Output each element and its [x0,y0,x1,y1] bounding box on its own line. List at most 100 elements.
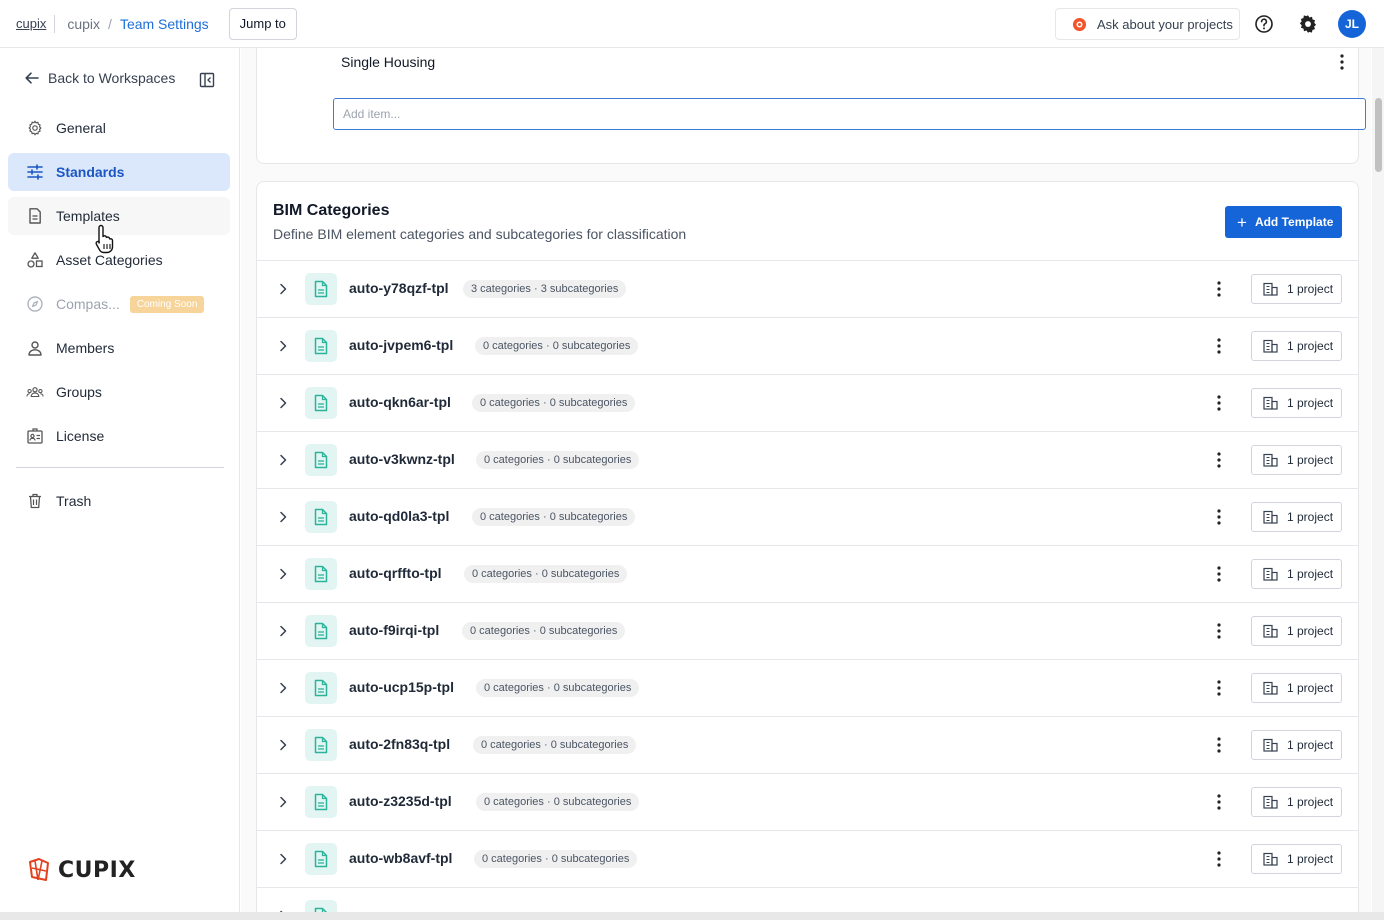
jump-to-button[interactable]: Jump to [228,7,297,40]
template-row[interactable]: auto-f9irqi-tpl 0 categories · 0 subcateg… [257,603,1358,660]
chevron-right-icon[interactable] [277,282,289,296]
ask-ai-button[interactable]: Ask about your projects [1055,8,1240,40]
template-name[interactable]: auto-wb8avf-tpl [349,850,452,866]
more-options-icon[interactable] [1217,394,1221,412]
template-row[interactable]: auto-y78qzf-tpl 3 categories · 3 subcateg… [257,261,1358,318]
more-options-icon[interactable] [1217,793,1221,811]
sidebar-item-trash[interactable]: Trash [8,482,230,520]
projects-button[interactable]: 1 project [1251,844,1342,874]
settings-gear-icon[interactable] [1297,13,1319,35]
chevron-right-icon[interactable] [277,510,289,524]
chevron-right-icon[interactable] [277,681,289,695]
template-row[interactable]: auto-v3kwnz-tpl 0 categories · 0 subcateg… [257,432,1358,489]
breadcrumb-separator: / [108,15,112,32]
template-row[interactable]: auto-qd0la3-tpl 0 categories · 0 subcateg… [257,489,1358,546]
more-options-icon[interactable] [1339,53,1345,71]
more-options-icon[interactable] [1217,850,1221,868]
template-icon [305,843,337,875]
person-icon [26,339,44,357]
template-row[interactable]: auto-jvpem6-tpl 0 categories · 0 subcateg… [257,318,1358,375]
more-options-icon[interactable] [1217,679,1221,697]
projects-count: 1 project [1287,624,1334,638]
more-options-icon[interactable] [1217,565,1221,583]
projects-button[interactable]: 1 project [1251,274,1342,304]
template-row[interactable] [257,888,1358,912]
document-icon [314,736,328,754]
projects-button[interactable]: 1 project [1251,388,1342,418]
template-name[interactable]: auto-2fn83q-tpl [349,736,450,752]
chevron-right-icon[interactable] [277,624,289,638]
more-options-icon[interactable] [1217,508,1221,526]
coming-soon-badge: Coming Soon [129,295,205,313]
projects-button[interactable]: 1 project [1251,559,1342,589]
more-options-icon[interactable] [1217,451,1221,469]
sidebar-item-templates[interactable]: Templates [8,197,230,235]
sidebar-item-standards[interactable]: Standards [8,153,230,191]
projects-button[interactable]: 1 project [1251,502,1342,532]
document-icon [314,565,328,583]
more-options-icon[interactable] [1217,337,1221,355]
brand-link[interactable]: cupix [16,16,46,31]
projects-count: 1 project [1287,396,1334,410]
template-name[interactable]: auto-qd0la3-tpl [349,508,449,524]
projects-button[interactable]: 1 project [1251,445,1342,475]
template-name[interactable]: auto-jvpem6-tpl [349,337,453,353]
template-name[interactable]: auto-f9irqi-tpl [349,622,439,638]
section-title: BIM Categories [273,202,390,219]
add-template-button[interactable]: + Add Template [1225,206,1342,238]
projects-count: 1 project [1287,282,1334,296]
sidebar-item-asset-categories[interactable]: Asset Categories [8,241,230,279]
chevron-right-icon[interactable] [277,738,289,752]
template-count-badge: 3 categories · 3 subcategories [463,280,627,298]
more-options-icon[interactable] [1217,736,1221,754]
user-avatar[interactable]: JL [1338,10,1366,38]
scrollbar-thumb[interactable] [1375,98,1382,172]
projects-button[interactable]: 1 project [1251,673,1342,703]
chevron-right-icon[interactable] [277,453,289,467]
sidebar-item-general[interactable]: General [8,109,230,147]
template-row[interactable]: auto-qkn6ar-tpl 0 categories · 0 subcateg… [257,375,1358,432]
template-name[interactable]: auto-y78qzf-tpl [349,280,449,296]
sidebar-item-label: Standards [56,164,125,180]
template-row[interactable]: auto-qrffto-tpl 0 categories · 0 subcateg… [257,546,1358,603]
chevron-right-icon[interactable] [277,795,289,809]
template-icon [305,900,337,912]
horizontal-scrollbar[interactable] [0,912,1384,920]
template-row[interactable]: auto-ucp15p-tpl 0 categories · 0 subcateg… [257,660,1358,717]
vertical-scrollbar[interactable] [1372,48,1384,912]
sidebar-item-license[interactable]: License [8,417,230,455]
breadcrumb-current-page: Team Settings [119,15,209,32]
more-options-icon[interactable] [1217,280,1221,298]
more-options-icon[interactable] [1217,622,1221,640]
template-count-badge: 0 categories · 0 subcategories [476,793,640,811]
chevron-right-icon[interactable] [277,339,289,353]
back-to-workspaces-link[interactable]: Back to Workspaces [24,70,175,86]
projects-button[interactable]: 1 project [1251,787,1342,817]
collapse-sidebar-icon[interactable] [199,72,215,88]
chevron-right-icon[interactable] [277,852,289,866]
ai-spark-icon [1072,17,1087,32]
projects-button[interactable]: 1 project [1251,616,1342,646]
list-item-label: Single Housing [341,54,436,70]
template-count-badge: 0 categories · 0 subcategories [472,394,636,412]
template-name[interactable]: auto-v3kwnz-tpl [349,451,455,467]
projects-button[interactable]: 1 project [1251,730,1342,760]
chevron-right-icon[interactable] [277,567,289,581]
template-row[interactable]: auto-wb8avf-tpl 0 categories · 0 subcateg… [257,831,1358,888]
help-icon[interactable] [1254,14,1274,34]
template-name[interactable]: auto-ucp15p-tpl [349,679,454,695]
sidebar-item-members[interactable]: Members [8,329,230,367]
template-row[interactable]: auto-z3235d-tpl 0 categories · 0 subcateg… [257,774,1358,831]
projects-button[interactable]: 1 project [1251,331,1342,361]
chevron-right-icon[interactable] [277,396,289,410]
template-name[interactable]: auto-qkn6ar-tpl [349,394,451,410]
add-item-input[interactable] [333,98,1366,130]
template-name[interactable]: auto-z3235d-tpl [349,793,452,809]
sidebar-item-groups[interactable]: Groups [8,373,230,411]
template-count-badge: 0 categories · 0 subcategories [475,337,639,355]
document-icon [314,679,328,697]
breadcrumb-workspace[interactable]: cupix [67,16,100,32]
document-icon [314,280,328,298]
template-row[interactable]: auto-2fn83q-tpl 0 categories · 0 subcateg… [257,717,1358,774]
template-name[interactable]: auto-qrffto-tpl [349,565,442,581]
